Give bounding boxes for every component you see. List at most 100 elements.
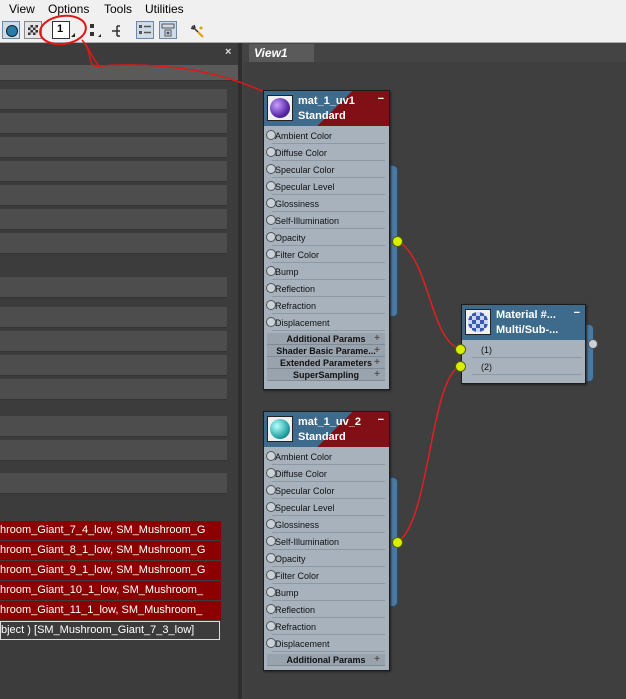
map-slot[interactable]: Displacement <box>266 636 385 652</box>
expand-icon[interactable]: + <box>374 654 380 665</box>
lay-out-all-icon[interactable] <box>189 23 205 42</box>
socket-icon[interactable] <box>266 485 276 495</box>
map-slot[interactable]: Refraction <box>266 619 385 635</box>
socket-icon[interactable] <box>266 283 276 293</box>
socket-icon[interactable] <box>266 451 276 461</box>
selected-object-row[interactable]: hroom_Giant_10_1_low, SM_Mushroom_ <box>0 581 221 600</box>
layout-children-icon[interactable] <box>109 23 125 42</box>
map-slot[interactable]: Filter Color <box>266 247 385 263</box>
rollout-extended-params[interactable]: Extended Parameters + <box>267 357 385 369</box>
socket-icon[interactable] <box>266 536 276 546</box>
selected-object-row[interactable]: hroom_Giant_8_1_low, SM_Mushroom_G <box>0 541 221 560</box>
map-slot[interactable]: Bump <box>266 585 385 601</box>
socket-icon[interactable] <box>266 266 276 276</box>
map-slot[interactable]: Specular Level <box>266 179 385 195</box>
input-socket-1[interactable] <box>455 344 466 355</box>
socket-icon[interactable] <box>266 519 276 529</box>
material-node-mat1[interactable]: mat_1_uv1 Standard − Ambient Color Diffu… <box>263 90 390 390</box>
socket-icon[interactable] <box>266 502 276 512</box>
socket-icon[interactable] <box>266 638 276 648</box>
map-slot[interactable]: Filter Color <box>266 568 385 584</box>
expand-icon[interactable]: + <box>374 357 380 368</box>
browser-group-row[interactable] <box>0 113 227 134</box>
multi-sub-material-node[interactable]: Material #... Multi/Sub-... − (1) (2) <box>461 304 586 384</box>
map-slot[interactable]: Glossiness <box>266 517 385 533</box>
map-slot[interactable]: Specular Color <box>266 483 385 499</box>
map-slot[interactable]: Refraction <box>266 298 385 314</box>
toggle-panel-icon[interactable] <box>159 21 177 39</box>
map-slot[interactable]: Self-Illumination <box>266 213 385 229</box>
minimize-icon[interactable]: − <box>378 414 384 426</box>
map-slot[interactable]: Displacement <box>266 315 385 331</box>
socket-icon[interactable] <box>266 147 276 157</box>
sphere-preview-icon[interactable] <box>2 21 20 39</box>
socket-icon[interactable] <box>266 249 276 259</box>
map-slot[interactable]: Bump <box>266 264 385 280</box>
layout-tree-icon[interactable] <box>88 23 102 42</box>
socket-icon[interactable] <box>266 468 276 478</box>
browser-group-row[interactable] <box>0 137 227 158</box>
socket-icon[interactable] <box>266 198 276 208</box>
socket-icon[interactable] <box>266 215 276 225</box>
rollout-additional-params[interactable]: Additional Params + <box>267 333 385 345</box>
checker-background-icon[interactable] <box>24 21 42 39</box>
browser-group-row[interactable] <box>0 233 227 254</box>
expand-icon[interactable]: + <box>374 345 380 356</box>
map-slot[interactable]: Specular Level <box>266 500 385 516</box>
menu-options[interactable]: Options <box>48 2 89 16</box>
map-slot[interactable]: Diffuse Color <box>266 466 385 482</box>
selected-object-row[interactable]: hroom_Giant_9_1_low, SM_Mushroom_G <box>0 561 221 580</box>
output-socket[interactable] <box>588 339 598 349</box>
socket-icon[interactable] <box>266 232 276 242</box>
browser-group-row[interactable] <box>0 331 227 352</box>
output-socket[interactable] <box>392 537 403 548</box>
socket-icon[interactable] <box>266 604 276 614</box>
socket-icon[interactable] <box>266 317 276 327</box>
close-icon[interactable]: × <box>225 46 231 58</box>
browser-group-row[interactable] <box>0 185 227 206</box>
expand-icon[interactable]: + <box>374 333 380 344</box>
browser-group-row[interactable] <box>0 89 227 110</box>
tab-view1[interactable]: View1 <box>249 44 314 62</box>
map-slot[interactable]: Ambient Color <box>266 449 385 465</box>
browser-group-row[interactable] <box>0 440 227 461</box>
map-slot[interactable]: Ambient Color <box>266 128 385 144</box>
browser-group-row[interactable] <box>0 277 227 298</box>
browser-group-row[interactable] <box>0 355 227 376</box>
selected-object-row[interactable]: hroom_Giant_11_1_low, SM_Mushroom_ <box>0 601 221 620</box>
map-slot[interactable]: Glossiness <box>266 196 385 212</box>
sub-material-slot-1[interactable]: (1) <box>472 342 582 358</box>
socket-icon[interactable] <box>266 164 276 174</box>
minimize-icon[interactable]: − <box>378 93 384 105</box>
input-socket-2[interactable] <box>455 361 466 372</box>
socket-icon[interactable] <box>266 587 276 597</box>
socket-icon[interactable] <box>266 553 276 563</box>
browser-group-row[interactable] <box>0 161 227 182</box>
toggle-list-icon[interactable] <box>136 21 154 39</box>
material-node-mat2[interactable]: mat_1_uv_2 Standard − Ambient Color Diff… <box>263 411 390 671</box>
rollout-additional-params[interactable]: Additional Params + <box>267 654 385 666</box>
selected-object-row[interactable]: hroom_Giant_7_4_low, SM_Mushroom_G <box>0 521 221 540</box>
menu-utilities[interactable]: Utilities <box>145 2 184 16</box>
map-slot[interactable]: Opacity <box>266 551 385 567</box>
browser-group-row[interactable] <box>0 473 227 494</box>
map-slot[interactable]: Opacity <box>266 230 385 246</box>
browser-group-row[interactable] <box>0 416 227 437</box>
socket-icon[interactable] <box>266 130 276 140</box>
menu-tools[interactable]: Tools <box>104 2 132 16</box>
sub-material-slot-2[interactable]: (2) <box>472 359 582 375</box>
layout-one-button[interactable]: 1 <box>52 21 70 39</box>
socket-icon[interactable] <box>266 181 276 191</box>
panel-splitter[interactable] <box>238 43 242 699</box>
output-socket[interactable] <box>392 236 403 247</box>
socket-icon[interactable] <box>266 300 276 310</box>
map-slot[interactable]: Specular Color <box>266 162 385 178</box>
map-slot[interactable]: Diffuse Color <box>266 145 385 161</box>
map-slot[interactable]: Reflection <box>266 281 385 297</box>
map-slot[interactable]: Self-Illumination <box>266 534 385 550</box>
map-slot[interactable]: Reflection <box>266 602 385 618</box>
browser-group-row[interactable] <box>0 307 227 328</box>
rollout-supersampling[interactable]: SuperSampling + <box>267 369 385 381</box>
minimize-icon[interactable]: − <box>574 307 580 319</box>
socket-icon[interactable] <box>266 570 276 580</box>
